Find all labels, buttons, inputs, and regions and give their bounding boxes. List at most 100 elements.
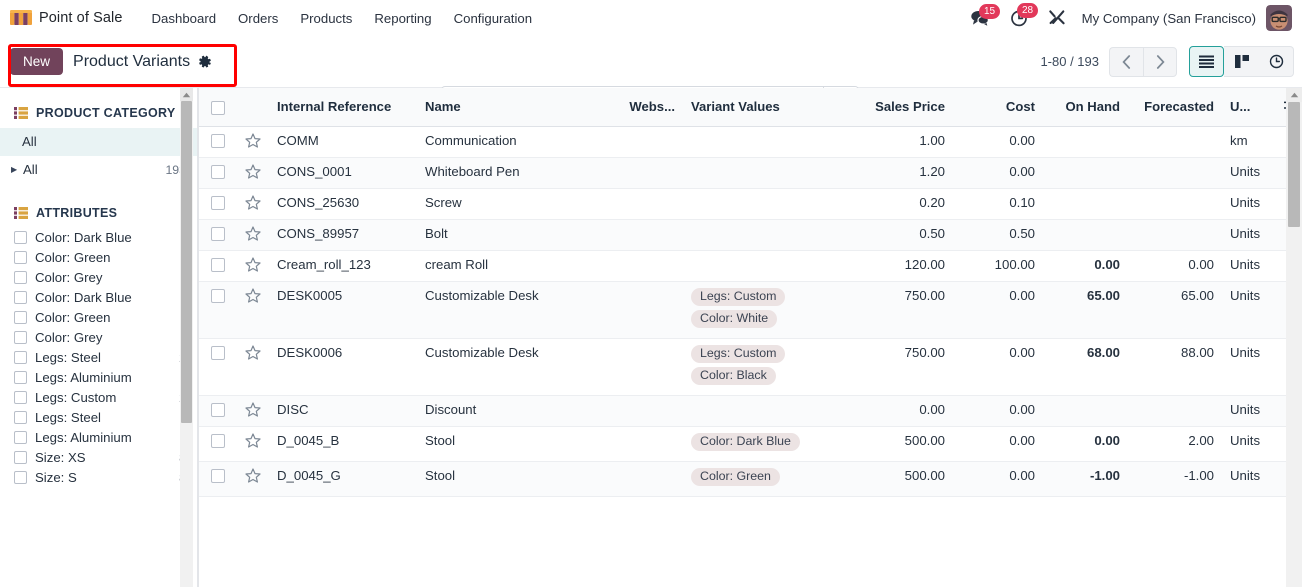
column-header-forecasted[interactable]: Forecasted — [1128, 88, 1222, 127]
attribute-filter-item[interactable]: Legs: Steel2 — [0, 348, 198, 368]
sidebar-scrollbar[interactable] — [180, 88, 193, 587]
table-row[interactable]: DESK0006 Customizable Desk Legs: Custom Col… — [199, 338, 1302, 396]
attribute-checkbox[interactable] — [14, 391, 27, 405]
attribute-filter-item[interactable]: Color: Green1 — [0, 308, 198, 328]
table-row[interactable]: CONS_25630 Screw 0.20 0.10 Units — [199, 188, 1302, 220]
next-page-button[interactable] — [1143, 46, 1177, 77]
row-checkbox[interactable] — [211, 289, 225, 304]
row-checkbox[interactable] — [211, 346, 225, 361]
table-row[interactable]: Cream_roll_123 cream Roll 120.00 100.00 0.00… — [199, 250, 1302, 282]
attribute-filter-item[interactable]: Color: Green1 — [0, 248, 198, 268]
activity-view-button[interactable] — [1259, 46, 1294, 77]
column-header-internal-reference[interactable]: Internal Reference — [269, 88, 417, 127]
attribute-checkbox[interactable] — [14, 271, 27, 285]
table-row[interactable]: D_0045_G Stool Color: Green 500.00 0.00 -1.00… — [199, 461, 1302, 497]
row-checkbox[interactable] — [211, 403, 225, 418]
table-row[interactable]: CONS_0001 Whiteboard Pen 1.20 0.00 Units — [199, 157, 1302, 189]
attribute-filter-item[interactable]: Size: S8 — [0, 468, 198, 488]
attribute-filter-item[interactable]: Color: Dark Blue1 — [0, 228, 198, 248]
favorite-star-icon[interactable] — [245, 163, 261, 182]
settings-tools-button[interactable] — [1038, 5, 1076, 31]
new-record-button[interactable]: New — [10, 48, 64, 75]
menu-item-configuration[interactable]: Configuration — [443, 5, 543, 32]
attribute-checkbox[interactable] — [14, 431, 27, 445]
control-panel-left: New Product Variants — [10, 48, 212, 75]
list-view-button[interactable] — [1189, 46, 1224, 77]
app-brand[interactable]: Point of Sale — [10, 9, 123, 27]
cell-internal-reference: COMM — [269, 126, 417, 158]
kanban-view-button[interactable] — [1224, 46, 1259, 77]
messages-button[interactable]: 15 — [960, 4, 1000, 30]
attribute-checkbox[interactable] — [14, 231, 27, 245]
row-checkbox[interactable] — [211, 258, 225, 273]
scroll-up-arrow-icon[interactable] — [1286, 88, 1302, 102]
attribute-checkbox[interactable] — [14, 331, 27, 345]
attribute-filter-item[interactable]: Color: Grey1 — [0, 268, 198, 288]
attribute-filter-item[interactable]: Size: XS8 — [0, 448, 198, 468]
row-checkbox[interactable] — [211, 227, 225, 242]
column-header-name[interactable]: Name — [417, 88, 617, 127]
company-selector[interactable]: My Company (San Francisco) — [1076, 11, 1266, 26]
attribute-checkbox[interactable] — [14, 371, 27, 385]
control-panel: New Product Variants 1-80 / 193 — [0, 36, 1302, 117]
favorite-star-icon[interactable] — [245, 225, 261, 244]
list-scroll-thumb[interactable] — [1288, 102, 1300, 227]
attribute-filter-item[interactable]: Color: Dark Blue1 — [0, 288, 198, 308]
expand-caret-icon[interactable]: ▶ — [11, 164, 21, 176]
favorite-star-icon[interactable] — [245, 132, 261, 151]
attribute-checkbox[interactable] — [14, 311, 27, 325]
row-checkbox[interactable] — [211, 469, 225, 484]
table-row[interactable]: DESK0005 Customizable Desk Legs: Custom Col… — [199, 281, 1302, 339]
table-row[interactable]: COMM Communication 1.00 0.00 km — [199, 126, 1302, 158]
favorite-star-icon[interactable] — [245, 194, 261, 213]
table-row[interactable]: DISC Discount 0.00 0.00 Units — [199, 395, 1302, 427]
attribute-filter-item[interactable]: Legs: Steel1 — [0, 408, 198, 428]
favorite-star-icon[interactable] — [245, 467, 261, 486]
row-checkbox[interactable] — [211, 134, 225, 149]
table-row[interactable]: CONS_89957 Bolt 0.50 0.50 Units — [199, 219, 1302, 251]
row-checkbox[interactable] — [211, 434, 225, 449]
column-header-unit-of-measure[interactable]: U... — [1222, 88, 1274, 127]
select-all-checkbox[interactable] — [211, 100, 225, 115]
column-header-variant-values[interactable]: Variant Values — [683, 88, 853, 127]
gear-icon[interactable] — [198, 55, 212, 69]
attribute-checkbox[interactable] — [14, 411, 27, 425]
list-scrollbar[interactable] — [1286, 88, 1302, 587]
column-header-website[interactable]: Webs... — [617, 88, 683, 127]
favorite-star-icon[interactable] — [245, 256, 261, 275]
column-header-cost[interactable]: Cost — [953, 88, 1043, 127]
row-checkbox[interactable] — [211, 196, 225, 211]
column-header-sales-price[interactable]: Sales Price — [853, 88, 953, 127]
sidebar-category-all[interactable]: ▶ All 193 — [0, 156, 198, 184]
attribute-checkbox[interactable] — [14, 291, 27, 305]
menu-item-products[interactable]: Products — [289, 5, 363, 32]
menu-item-dashboard[interactable]: Dashboard — [141, 5, 228, 32]
menu-item-orders[interactable]: Orders — [227, 5, 289, 32]
attributes-label: ATTRIBUTES — [36, 205, 118, 220]
attribute-checkbox[interactable] — [14, 251, 27, 265]
favorite-star-icon[interactable] — [245, 432, 261, 451]
menu-item-reporting[interactable]: Reporting — [363, 5, 442, 32]
pager-counter[interactable]: 1-80 / 193 — [1040, 54, 1099, 69]
row-checkbox[interactable] — [211, 165, 225, 180]
column-header-on-hand[interactable]: On Hand — [1043, 88, 1128, 127]
table-row[interactable]: D_0045_B Stool Color: Dark Blue 500.00 0.00 0… — [199, 426, 1302, 462]
attribute-filter-item[interactable]: Legs: Custom2 — [0, 388, 198, 408]
sidebar-scroll-thumb[interactable] — [181, 101, 192, 423]
activities-button[interactable]: 28 — [1000, 3, 1038, 31]
attribute-checkbox[interactable] — [14, 471, 27, 485]
cell-website — [617, 188, 683, 220]
favorite-star-icon[interactable] — [245, 401, 261, 420]
favorite-star-icon[interactable] — [245, 287, 261, 306]
attribute-filter-item[interactable]: Legs: Aluminium1 — [0, 428, 198, 448]
cell-cost: 0.10 — [953, 188, 1043, 220]
previous-page-button[interactable] — [1109, 46, 1143, 77]
attribute-checkbox[interactable] — [14, 451, 27, 465]
favorite-star-icon[interactable] — [245, 344, 261, 363]
user-avatar[interactable] — [1266, 5, 1292, 31]
sidebar-category-all-selected[interactable]: All — [0, 128, 198, 157]
scroll-up-arrow-icon[interactable] — [180, 88, 193, 101]
attribute-filter-item[interactable]: Color: Grey1 — [0, 328, 198, 348]
attribute-filter-item[interactable]: Legs: Aluminium1 — [0, 368, 198, 388]
attribute-checkbox[interactable] — [14, 351, 27, 365]
